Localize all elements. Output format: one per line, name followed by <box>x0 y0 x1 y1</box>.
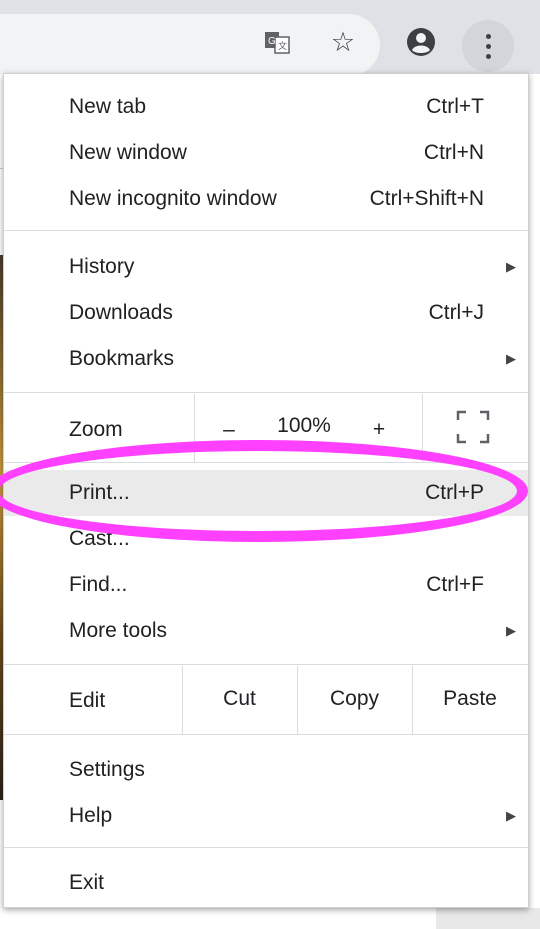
menu-item-label: Find... <box>69 573 128 596</box>
menu-item-downloads[interactable]: Downloads Ctrl+J <box>4 290 528 336</box>
menu-item-shortcut: Ctrl+F <box>426 573 484 596</box>
menu-item-new-window[interactable]: New window Ctrl+N <box>4 130 528 176</box>
svg-text:G: G <box>268 36 276 47</box>
paste-button[interactable]: Paste <box>412 666 528 734</box>
copy-button[interactable]: Copy <box>297 666 412 734</box>
address-bar[interactable] <box>0 14 380 76</box>
more-options-icon[interactable] <box>462 20 514 72</box>
fullscreen-icon[interactable] <box>456 410 490 444</box>
edit-label: Edit <box>69 689 106 712</box>
menu-item-settings[interactable]: Settings <box>4 747 528 793</box>
menu-item-shortcut: Ctrl+Shift+N <box>369 187 484 210</box>
menu-separator <box>4 847 528 848</box>
zoom-row: Zoom – 100% + <box>4 394 528 462</box>
menu-item-new-incognito-window[interactable]: New incognito window Ctrl+Shift+N <box>4 176 528 222</box>
menu-item-label: Help <box>69 804 113 827</box>
menu-separator <box>4 664 528 665</box>
zoom-out-button[interactable]: – <box>194 394 264 462</box>
menu-separator <box>4 230 528 231</box>
browser-toolbar: G 文 ☆ <box>0 0 540 76</box>
menu-item-label: New window <box>69 141 187 164</box>
menu-item-label: History <box>69 255 135 278</box>
menu-item-shortcut: Ctrl+J <box>428 301 484 324</box>
menu-item-new-tab[interactable]: New tab Ctrl+T <box>4 84 528 130</box>
menu-item-label: More tools <box>69 619 168 642</box>
menu-item-label: Cast... <box>69 527 130 550</box>
zoom-in-button[interactable]: + <box>344 394 414 462</box>
menu-item-label: New tab <box>69 95 147 118</box>
edit-row: Edit Cut Copy Paste <box>4 666 528 734</box>
page-scrollbar <box>436 908 540 929</box>
menu-item-label: Settings <box>69 758 145 781</box>
menu-item-cast[interactable]: Cast... <box>4 516 528 562</box>
menu-item-label: New incognito window <box>69 187 277 210</box>
menu-item-shortcut: Ctrl+N <box>423 141 484 164</box>
browser-menu: New tab Ctrl+T New window Ctrl+N New inc… <box>3 73 529 908</box>
menu-item-label: Print... <box>69 481 130 504</box>
menu-item-more-tools[interactable]: More tools ▶ <box>4 608 528 654</box>
submenu-arrow-icon: ▶ <box>506 623 516 638</box>
menu-item-find[interactable]: Find... Ctrl+F <box>4 562 528 608</box>
cut-button[interactable]: Cut <box>182 666 297 734</box>
submenu-arrow-icon: ▶ <box>506 351 516 366</box>
menu-item-history[interactable]: History ▶ <box>4 244 528 290</box>
star-icon[interactable]: ☆ <box>328 27 358 57</box>
profile-icon[interactable] <box>406 27 436 57</box>
menu-separator <box>4 462 528 463</box>
menu-separator <box>4 734 528 735</box>
submenu-arrow-icon: ▶ <box>506 808 516 823</box>
menu-item-help[interactable]: Help ▶ <box>4 793 528 839</box>
submenu-arrow-icon: ▶ <box>506 259 516 274</box>
menu-separator <box>4 392 528 393</box>
zoom-label: Zoom <box>69 418 123 441</box>
menu-item-shortcut: Ctrl+P <box>425 481 484 504</box>
menu-item-print[interactable]: Print... Ctrl+P <box>4 470 528 516</box>
zoom-divider <box>422 394 423 462</box>
zoom-level: 100% <box>277 414 331 437</box>
menu-item-bookmarks[interactable]: Bookmarks ▶ <box>4 336 528 382</box>
menu-item-shortcut: Ctrl+T <box>426 95 484 118</box>
menu-item-label: Downloads <box>69 301 173 324</box>
menu-item-label: Bookmarks <box>69 347 175 370</box>
svg-text:文: 文 <box>278 40 287 51</box>
menu-item-label: Exit <box>69 871 105 894</box>
translate-icon[interactable]: G 文 <box>262 27 292 57</box>
menu-item-exit[interactable]: Exit <box>4 860 528 906</box>
